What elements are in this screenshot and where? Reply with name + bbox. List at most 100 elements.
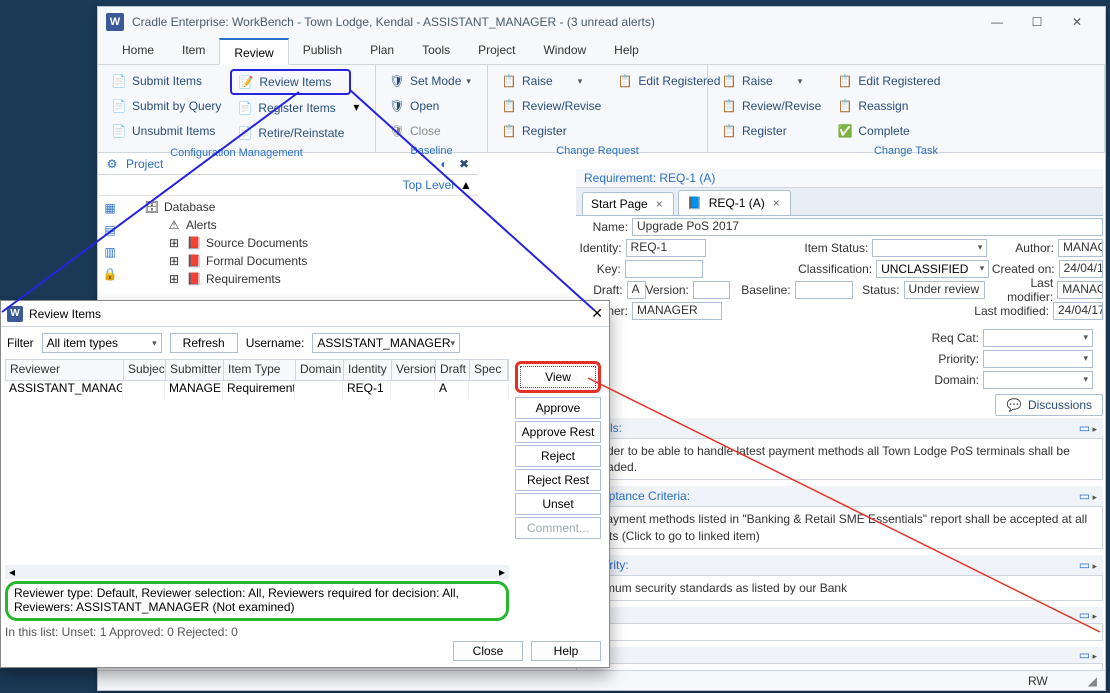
chevron-icon[interactable]: ▸ xyxy=(1092,561,1097,571)
username-select[interactable]: ASSISTANT_MANAGER▾ xyxy=(312,333,460,353)
menu-publish[interactable]: Publish xyxy=(289,37,356,64)
details-body[interactable]: In order to be able to handle latest pay… xyxy=(576,438,1103,480)
unsubmit-items-button[interactable]: 📄Unsubmit Items xyxy=(104,119,228,143)
tab-start-page[interactable]: Start Page× xyxy=(582,192,674,215)
tree-requirements[interactable]: ⊞📕Requirements xyxy=(144,270,308,288)
ct-review-button[interactable]: 📋Review/Revise xyxy=(714,94,828,118)
tab-close-icon[interactable]: × xyxy=(654,197,665,211)
ct-raise-button[interactable]: 📋Raise▾ xyxy=(714,69,828,93)
domain-select[interactable]: ▾ xyxy=(983,371,1093,389)
close-button[interactable]: ✕ xyxy=(1057,8,1097,36)
dialog-launcher-icon[interactable]: ▾ xyxy=(353,100,359,114)
req-cat-select[interactable]: ▾ xyxy=(983,329,1093,347)
top-level-link[interactable]: Top Level xyxy=(403,178,454,192)
grid-row[interactable]: ASSISTANT_MANAGER MANAGER Requirement RE… xyxy=(5,381,509,399)
comment-button[interactable]: Comment... xyxy=(515,517,601,539)
name-field[interactable]: Upgrade PoS 2017 xyxy=(632,218,1103,236)
menu-item[interactable]: Item xyxy=(168,37,219,64)
tree-root[interactable]: 🗄Database xyxy=(144,198,308,216)
expand-icon[interactable]: ▭ xyxy=(1076,488,1092,504)
col-submitter[interactable]: Submitter xyxy=(166,360,224,380)
menu-home[interactable]: Home xyxy=(108,37,168,64)
col-version[interactable]: Version xyxy=(392,360,436,380)
register-items-button[interactable]: 📄Register Items xyxy=(230,96,351,120)
version-field[interactable] xyxy=(693,281,730,299)
review-items-button[interactable]: 📝Review Items xyxy=(230,69,351,95)
tool-icon-3[interactable]: ▥ xyxy=(100,242,120,262)
ct-register-button[interactable]: 📋Register xyxy=(714,119,828,143)
item-status-select[interactable]: ▾ xyxy=(872,239,987,257)
reject-button[interactable]: Reject xyxy=(515,445,601,467)
grid-hscroll[interactable]: ◂ ▸ xyxy=(5,565,509,579)
cr-review-button[interactable]: 📋Review/Revise xyxy=(494,94,608,118)
draft-field[interactable]: A xyxy=(627,281,646,299)
acceptance-body[interactable]: All payment methods listed in "Banking &… xyxy=(576,506,1103,548)
close-button[interactable]: Close xyxy=(453,641,523,661)
tab-close-icon[interactable]: × xyxy=(771,196,782,210)
set-mode-button[interactable]: 🛡Set Mode▾ xyxy=(382,69,478,93)
expand-icon[interactable]: ⊞ xyxy=(166,253,182,269)
classification-select[interactable]: UNCLASSIFIED▾ xyxy=(876,260,989,278)
maximize-button[interactable]: ☐ xyxy=(1017,8,1057,36)
tool-icon-4[interactable]: 🔒 xyxy=(100,264,120,284)
menu-plan[interactable]: Plan xyxy=(356,37,408,64)
menu-window[interactable]: Window xyxy=(529,37,600,64)
priority-select[interactable]: ▾ xyxy=(983,350,1093,368)
col-domain[interactable]: Domain xyxy=(296,360,344,380)
key-field[interactable] xyxy=(625,260,704,278)
menu-review[interactable]: Review xyxy=(219,38,288,65)
discussions-button[interactable]: 💬Discussions xyxy=(995,394,1103,416)
menu-tools[interactable]: Tools xyxy=(408,37,464,64)
tab-req-1[interactable]: 📘REQ-1 (A)× xyxy=(678,190,791,215)
dialog-close-button[interactable]: ✕ xyxy=(591,305,603,322)
col-draft[interactable]: Draft xyxy=(436,360,470,380)
approve-rest-button[interactable]: Approve Rest xyxy=(515,421,601,443)
resize-grip-icon[interactable]: ◢ xyxy=(1088,674,1097,688)
submit-by-query-button[interactable]: 📄Submit by Query xyxy=(104,94,228,118)
scroll-right-icon[interactable]: ▸ xyxy=(495,565,509,579)
tool-icon-2[interactable]: ▤ xyxy=(100,220,120,240)
tool-icon-1[interactable]: ▦ xyxy=(100,198,120,218)
help-button[interactable]: Help xyxy=(531,641,601,661)
refresh-button[interactable]: Refresh xyxy=(170,333,238,353)
col-spec[interactable]: Spec xyxy=(470,360,508,380)
expand-icon[interactable]: ⊞ xyxy=(166,271,182,287)
expand-icon[interactable]: ⊞ xyxy=(166,235,182,251)
expand-icon[interactable]: ▭ xyxy=(1076,557,1092,573)
security-body[interactable]: Minimum security standards as listed by … xyxy=(576,575,1103,601)
close-baseline-button[interactable]: 🛡Close xyxy=(382,119,478,143)
identity-field[interactable]: REQ-1 xyxy=(626,239,706,257)
owner-field[interactable]: MANAGER xyxy=(632,302,722,320)
col-subject[interactable]: Subject xyxy=(124,360,166,380)
expand-icon[interactable]: ▭ xyxy=(1076,607,1092,623)
col-item-type[interactable]: Item Type xyxy=(224,360,296,380)
menu-help[interactable]: Help xyxy=(600,37,653,64)
cr-register-button[interactable]: 📋Register xyxy=(494,119,608,143)
tree-source-docs[interactable]: ⊞📕Source Documents xyxy=(144,234,308,252)
ct-complete-button[interactable]: ✅Complete xyxy=(830,119,947,143)
open-baseline-button[interactable]: 🛡Open xyxy=(382,94,478,118)
expand-icon[interactable]: ▭ xyxy=(1076,647,1092,663)
baseline-field[interactable] xyxy=(795,281,853,299)
panel-close-icon[interactable]: ✖ xyxy=(456,156,472,172)
chevron-icon[interactable]: ▸ xyxy=(1092,492,1097,502)
ct-reassign-button[interactable]: 📋Reassign xyxy=(830,94,947,118)
filter-select[interactable]: All item types▾ xyxy=(42,333,162,353)
approve-button[interactable]: Approve xyxy=(515,397,601,419)
tree-formal-docs[interactable]: ⊞📕Formal Documents xyxy=(144,252,308,270)
help-icon[interactable]: ◐ xyxy=(436,156,452,172)
menu-project[interactable]: Project xyxy=(464,37,529,64)
ct-edit-registered-button[interactable]: 📋Edit Registered xyxy=(830,69,947,93)
col-identity[interactable]: Identity xyxy=(344,360,392,380)
retire-reinstate-button[interactable]: 📄Retire/Reinstate xyxy=(230,121,351,145)
tree-alerts[interactable]: ⚠Alerts xyxy=(144,216,308,234)
reject-rest-button[interactable]: Reject Rest xyxy=(515,469,601,491)
col-reviewer[interactable]: Reviewer xyxy=(6,360,124,380)
chevron-up-icon[interactable]: ▲ xyxy=(458,177,474,193)
view-button[interactable]: View xyxy=(520,366,596,388)
cr-raise-button[interactable]: 📋Raise▾ xyxy=(494,69,608,93)
chevron-icon[interactable]: ▸ xyxy=(1092,424,1097,434)
minimize-button[interactable]: — xyxy=(977,8,1017,36)
submit-items-button[interactable]: 📄Submit Items xyxy=(104,69,228,93)
expand-icon[interactable]: ▭ xyxy=(1076,420,1092,436)
